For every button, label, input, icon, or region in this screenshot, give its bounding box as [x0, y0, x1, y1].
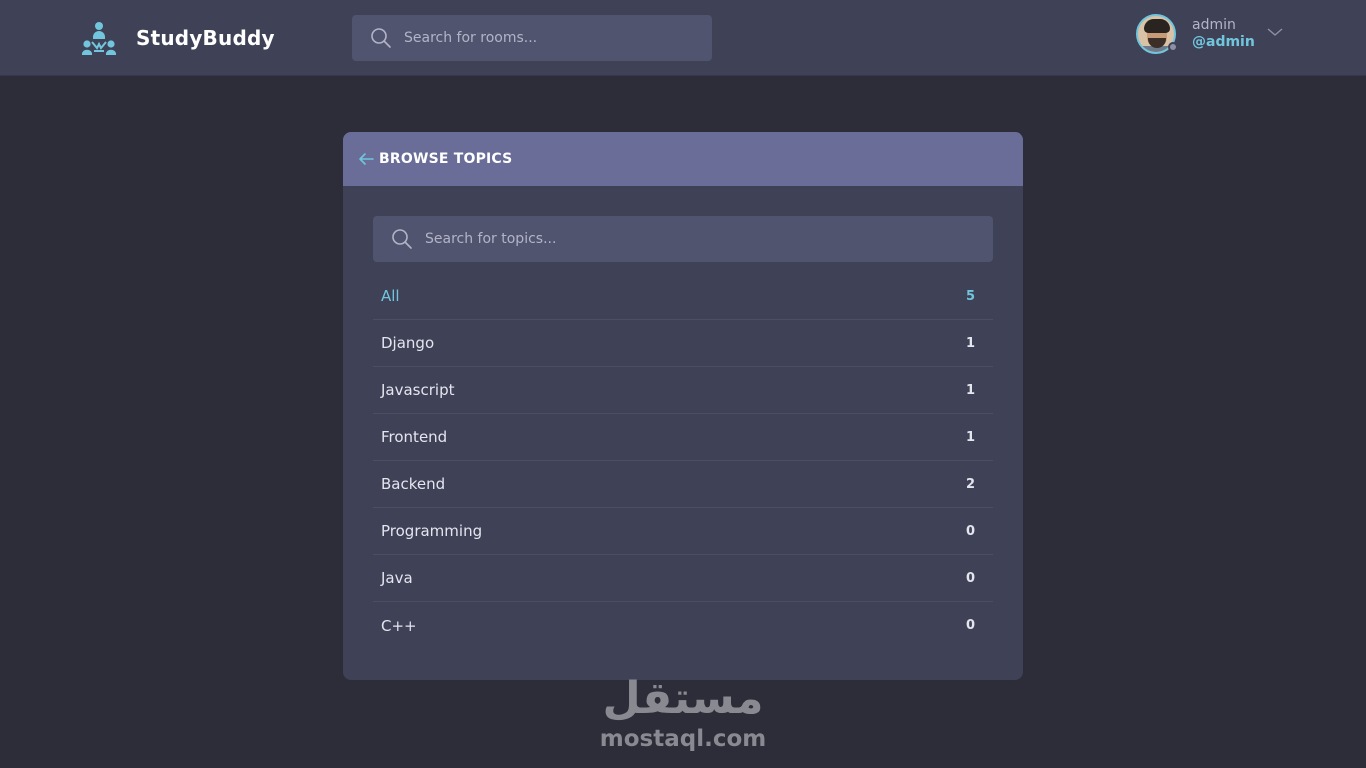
chevron-down-icon[interactable] [1266, 26, 1284, 38]
topic-count: 1 [965, 429, 975, 445]
topic-item-django[interactable]: Django 1 [373, 320, 993, 367]
topic-item-cpp[interactable]: C++ 0 [373, 602, 993, 649]
topic-name: C++ [381, 616, 417, 635]
room-search-bar[interactable] [352, 15, 712, 61]
top-navbar: StudyBuddy admin @admin [0, 0, 1366, 76]
topic-item-backend[interactable]: Backend 2 [373, 461, 993, 508]
arrow-left-icon[interactable] [357, 151, 375, 167]
topic-search-bar[interactable] [373, 216, 993, 262]
page-title: BROWSE TOPICS [379, 151, 513, 167]
watermark-arabic: مستقل [602, 673, 764, 724]
topic-search-input[interactable] [425, 231, 965, 247]
topic-name: Backend [381, 475, 446, 493]
topic-name: Java [381, 569, 413, 587]
topic-count: 2 [965, 476, 975, 492]
browse-topics-card: BROWSE TOPICS All 5 Django 1 Javascript … [343, 132, 1023, 680]
topic-count: 1 [965, 335, 975, 351]
topic-name: Programming [381, 522, 483, 540]
topic-item-java[interactable]: Java 0 [373, 555, 993, 602]
team-logo-icon [82, 22, 116, 55]
user-name: admin [1192, 17, 1236, 33]
topic-list: All 5 Django 1 Javascript 1 Frontend 1 B… [373, 273, 993, 649]
card-header: BROWSE TOPICS [343, 132, 1023, 186]
topic-count: 1 [965, 382, 975, 398]
search-icon [392, 229, 412, 249]
topic-count: 0 [965, 570, 975, 586]
user-handle: @admin [1192, 34, 1255, 50]
online-status-dot [1168, 42, 1178, 52]
watermark-latin: mostaql.com [599, 726, 767, 752]
search-icon [371, 28, 391, 48]
topic-count: 5 [965, 288, 975, 304]
topic-name: Frontend [381, 428, 448, 446]
topic-count: 0 [965, 618, 975, 633]
user-info: admin @admin [1192, 17, 1255, 51]
topic-item-javascript[interactable]: Javascript 1 [373, 367, 993, 414]
topic-item-programming[interactable]: Programming 0 [373, 508, 993, 555]
topic-item-frontend[interactable]: Frontend 1 [373, 414, 993, 461]
brand-logo-link[interactable]: StudyBuddy [80, 20, 275, 56]
user-menu[interactable]: admin @admin [1136, 14, 1255, 54]
topic-name: Django [381, 334, 435, 352]
room-search-input[interactable] [404, 30, 684, 46]
topic-name: Javascript [381, 381, 455, 399]
topic-count: 0 [965, 523, 975, 539]
brand-name: StudyBuddy [136, 26, 275, 50]
topic-name: All [381, 287, 400, 305]
topic-item-all[interactable]: All 5 [373, 273, 993, 320]
watermark: مستقل mostaql.com [596, 672, 770, 752]
